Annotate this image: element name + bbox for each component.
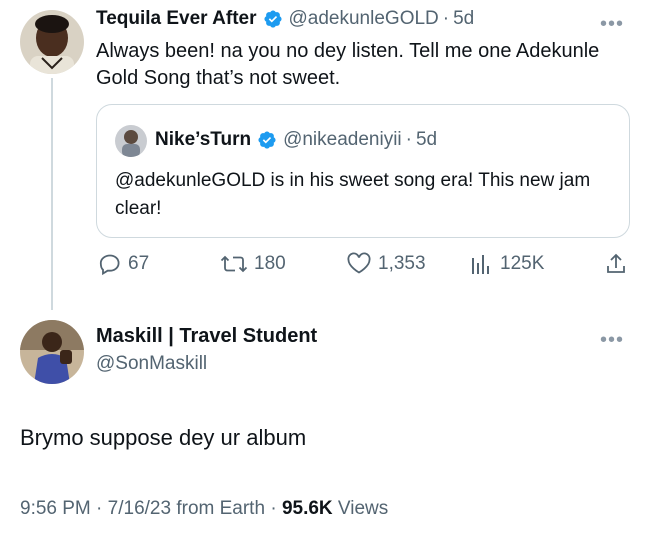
quoted-author-name[interactable]: Nike’sTurn: [155, 129, 251, 151]
verified-badge-icon: [257, 130, 277, 150]
quoted-tweet-header: Nike’sTurn @nikeadeniyii · 5d: [155, 129, 437, 151]
author-handle[interactable]: @adekunleGOLD: [289, 8, 439, 30]
separator-dot: ·: [442, 8, 450, 29]
reply-author-handle[interactable]: @SonMaskill: [96, 353, 207, 375]
reply-author-name[interactable]: Maskill | Travel Student: [96, 325, 317, 348]
meta-views-count: 95.6K: [281, 498, 333, 519]
like-count: 1,353: [378, 253, 426, 274]
meta-time[interactable]: 9:56 PM: [20, 498, 91, 519]
reply-text: Brymo suppose dey ur album: [20, 425, 307, 450]
quoted-tweet-card[interactable]: Nike’sTurn @nikeadeniyii · 5d @adekunleG…: [96, 104, 630, 238]
more-options-icon[interactable]: •••: [600, 14, 624, 34]
meta-source: from Earth: [171, 498, 266, 519]
quoted-author-handle[interactable]: @nikeadeniyii: [283, 129, 402, 151]
views-button[interactable]: 125K: [468, 252, 544, 276]
retweet-icon: [220, 255, 248, 273]
tweet-text: Always been! na you no dey listen. Tell …: [96, 40, 600, 89]
author-avatar[interactable]: [20, 10, 84, 74]
share-button[interactable]: [604, 252, 634, 276]
quoted-author-avatar[interactable]: [115, 125, 147, 157]
quoted-tweet-timestamp[interactable]: 5d: [416, 129, 437, 151]
verified-badge-icon: [263, 9, 283, 29]
tweet-action-bar: 67 180 1,353 125K: [96, 252, 636, 282]
retweet-count: 180: [254, 253, 286, 274]
quoted-tweet-text: @adekunleGOLD is in his sweet song era! …: [115, 170, 591, 219]
heart-icon: [347, 252, 371, 274]
meta-date[interactable]: 7/16/23: [108, 498, 171, 519]
tweet-timestamp[interactable]: 5d: [453, 8, 474, 30]
author-name[interactable]: Tequila Ever After: [96, 8, 257, 30]
meta-separator: ·: [90, 498, 108, 519]
analytics-icon: [472, 255, 489, 274]
reply-count: 67: [128, 253, 150, 274]
more-options-icon[interactable]: •••: [600, 330, 624, 350]
reply-icon: [99, 254, 120, 276]
share-icon: [607, 253, 625, 273]
meta-views-label: Views: [332, 498, 389, 519]
meta-separator: ·: [265, 498, 282, 519]
tweet-meta: 9:56 PM · 7/16/23 from Earth · 95.6K Vie…: [20, 498, 388, 520]
thread-connector-line: [51, 78, 53, 310]
tweet-header: Tequila Ever After @adekunleGOLD · 5d: [96, 8, 474, 30]
like-button[interactable]: 1,353: [346, 252, 426, 276]
reply-button[interactable]: 67: [98, 252, 149, 276]
reply-author-avatar[interactable]: [20, 320, 84, 384]
separator-dot: ·: [405, 129, 412, 150]
views-count: 125K: [500, 253, 545, 274]
retweet-button[interactable]: 180: [220, 252, 286, 276]
